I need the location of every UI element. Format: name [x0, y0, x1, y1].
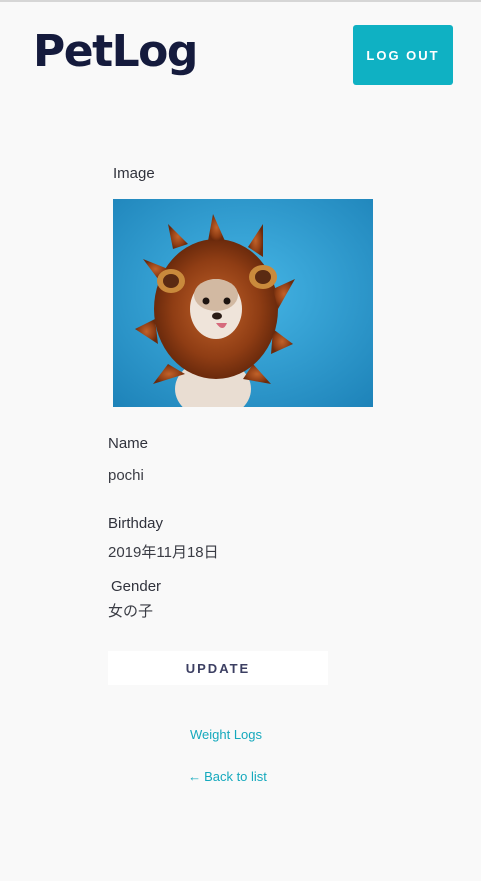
image-label: Image — [113, 165, 155, 182]
back-to-list-label: Back to list — [204, 769, 267, 784]
birthday-label: Birthday — [108, 515, 164, 532]
arrow-left-icon: ← — [188, 769, 202, 784]
name-label: Name — [108, 435, 149, 452]
top-border — [0, 0, 481, 2]
gender-label: Gender — [111, 578, 162, 595]
pet-photo — [113, 199, 373, 407]
back-to-list-link[interactable]: ← Back to list — [0, 769, 455, 784]
birthday-value: 2019年11月18日 — [108, 544, 219, 561]
logout-button[interactable]: LOG OUT — [353, 25, 453, 85]
gender-value: 女の子 — [108, 603, 154, 620]
weight-logs-link[interactable]: Weight Logs — [0, 727, 452, 742]
app-logo[interactable]: PetLog — [33, 30, 198, 74]
name-value: pochi — [108, 467, 144, 484]
update-button[interactable]: UPDATE — [108, 651, 328, 685]
